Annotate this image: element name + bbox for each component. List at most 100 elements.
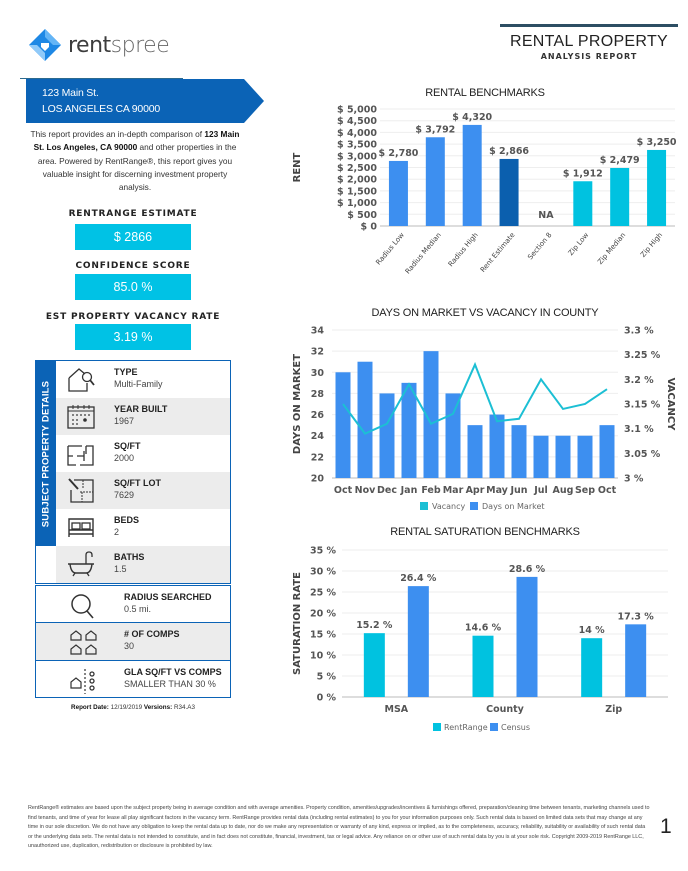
y-axis-label: DAYS ON MARKET xyxy=(292,354,303,454)
detail-row-sqft: SQ/FT 2000 xyxy=(56,435,230,472)
bar xyxy=(581,638,603,697)
chart-days-on-market-vs-vacancy: 20 22 24 26 28 30 32 34 3 % 3.05 % 3.1 % 3.15 % 3.2 … xyxy=(292,326,676,512)
data-label: 15.2 % xyxy=(356,620,393,631)
gla-comparison-box: GLA SQ/FT VS COMPS SMALLER THAN 30 % xyxy=(35,660,231,698)
data-label: $ 1,912 xyxy=(563,168,603,179)
y-tick-label: 26 xyxy=(311,410,325,421)
bar xyxy=(647,149,667,226)
bar xyxy=(610,167,630,226)
y2-tick-label: 3.2 % xyxy=(624,375,654,386)
data-label: NA xyxy=(538,210,554,221)
y-tick-label: $ 3,500 xyxy=(337,140,377,151)
gla-comparison-row: GLA SQ/FT VS COMPS SMALLER THAN 30 % xyxy=(36,661,229,697)
y-tick-label: $ 5,000 xyxy=(337,105,377,116)
y-tick-label: $ 1,500 xyxy=(337,186,377,197)
y-tick-label: $ 2,000 xyxy=(337,175,377,186)
radius-searched-box: RADIUS SEARCHED 0.5 mi. xyxy=(35,585,231,623)
bar xyxy=(425,137,445,226)
vacancy-rate-label: EST PROPERTY VACANCY RATE xyxy=(45,312,221,322)
legend-label-rentrange: RentRange xyxy=(444,723,488,732)
detail-row-baths: BATHS 1.5 xyxy=(56,546,230,583)
x-tick-label: Zip High xyxy=(639,231,664,259)
bed-icon xyxy=(68,518,94,537)
legend-swatch-rentrange xyxy=(433,723,441,731)
legend-label-days-on-market: Days on Market xyxy=(482,502,545,511)
bar xyxy=(335,372,351,478)
x-tick-label: Jan xyxy=(400,485,418,496)
legend-swatch-census xyxy=(490,723,498,731)
x-tick-label: County xyxy=(486,704,525,715)
y-tick-label: 28 xyxy=(311,389,325,400)
data-label: $ 2,780 xyxy=(378,148,418,159)
y2-axis-label: VACANCY xyxy=(665,378,676,432)
data-label: $ 3,792 xyxy=(415,124,455,135)
subject-property-details: SUBJECT PROPERTY DETAILS TYPE Multi-Famil… xyxy=(35,360,231,584)
y-tick-label: 0 % xyxy=(317,693,337,704)
bar xyxy=(511,425,527,478)
chart-rental-benchmarks-title: RENTAL BENCHMARKS xyxy=(425,87,545,99)
comps-box: # OF COMPS 30 xyxy=(35,622,231,661)
y2-tick-label: 3 % xyxy=(624,474,644,485)
chart-rental-benchmarks: $ 0$ 500$ 1,000$ 1,500$ 2,000$ 2,500$ 3,… xyxy=(292,105,677,276)
x-tick-label: Jul xyxy=(533,485,548,496)
bar xyxy=(388,160,408,226)
y-tick-label: $ 1,000 xyxy=(337,198,377,209)
detail-row-beds: BEDS 2 xyxy=(56,509,230,546)
y-tick-label: 20 % xyxy=(310,609,337,620)
legend-label-vacancy: Vacancy xyxy=(432,502,466,511)
address-banner: 123 Main St. LOS ANGELES CA 90000 xyxy=(26,79,264,123)
data-label: 14.6 % xyxy=(465,623,502,634)
radius-searched-row: RADIUS SEARCHED 0.5 mi. xyxy=(36,586,229,622)
data-label: $ 4,320 xyxy=(452,112,492,123)
y-tick-label: 32 xyxy=(311,347,324,358)
data-label: 26.4 % xyxy=(400,573,437,584)
y-tick-label: 34 xyxy=(311,326,325,337)
chart-rental-saturation-title: RENTAL SATURATION BENCHMARKS xyxy=(390,526,580,538)
address-line1: 123 Main St. xyxy=(42,87,99,99)
x-tick-label: Feb xyxy=(421,485,441,496)
y2-tick-label: 3.05 % xyxy=(624,449,661,460)
report-title: RENTAL PROPERTY xyxy=(509,33,668,50)
x-tick-label: Zip Low xyxy=(567,231,591,257)
x-tick-label: Radius Median xyxy=(404,231,443,275)
x-tick-label: Dec xyxy=(377,485,397,496)
y-tick-label: 22 xyxy=(311,452,324,463)
data-label: 28.6 % xyxy=(509,564,546,575)
x-tick-label: Radius Low xyxy=(374,231,406,267)
details-side-label: SUBJECT PROPERTY DETAILS xyxy=(36,361,56,546)
bar xyxy=(489,414,505,478)
report-date: Report Date: 12/19/2019 Versions: R34.A3 xyxy=(71,704,195,711)
y-axis-label: SATURATION RATE xyxy=(292,572,303,675)
y-tick-label: 35 % xyxy=(310,546,337,557)
houses-icon xyxy=(70,630,97,655)
confidence-score-label: CONFIDENCE SCORE xyxy=(75,261,191,271)
data-label: $ 2,866 xyxy=(489,146,529,157)
x-tick-label: Rent Estimate xyxy=(479,231,517,274)
house-compare-icon xyxy=(70,669,95,694)
rentspree-logo-icon xyxy=(29,29,61,61)
bar xyxy=(516,576,538,697)
magnifier-icon xyxy=(71,594,94,619)
bar xyxy=(499,158,519,226)
chart-days-on-market-title: DAYS ON MARKET VS VACANCY IN COUNTY xyxy=(371,307,599,319)
y-tick-label: 10 % xyxy=(310,651,337,662)
calendar-icon xyxy=(67,405,95,429)
x-tick-label: Oct xyxy=(334,485,353,496)
page-number: 1 xyxy=(660,815,672,838)
x-tick-label: Aug xyxy=(553,485,574,496)
bar xyxy=(445,393,461,478)
rentspree-logo: rentspree xyxy=(28,28,170,62)
x-tick-label: MSA xyxy=(385,704,409,715)
legend-label-census: Census xyxy=(501,723,530,732)
y2-tick-label: 3.25 % xyxy=(624,350,661,361)
bar xyxy=(599,425,615,478)
x-tick-label: Radius High xyxy=(447,231,480,268)
data-label: $ 2,479 xyxy=(600,155,640,166)
chart-rental-saturation: 0 % 5 % 10 % 15 % 20 % 25 % 30 % 35 % SATURATION… xyxy=(292,546,668,732)
intro-paragraph: This report provides an in-depth compari… xyxy=(30,129,240,193)
detail-row-type: TYPE Multi-Family xyxy=(56,361,230,398)
y2-tick-label: 3.15 % xyxy=(624,400,661,411)
y-tick-label: $ 4,500 xyxy=(337,116,377,127)
y-tick-label: 24 xyxy=(311,431,325,442)
data-label: 17.3 % xyxy=(618,611,655,622)
